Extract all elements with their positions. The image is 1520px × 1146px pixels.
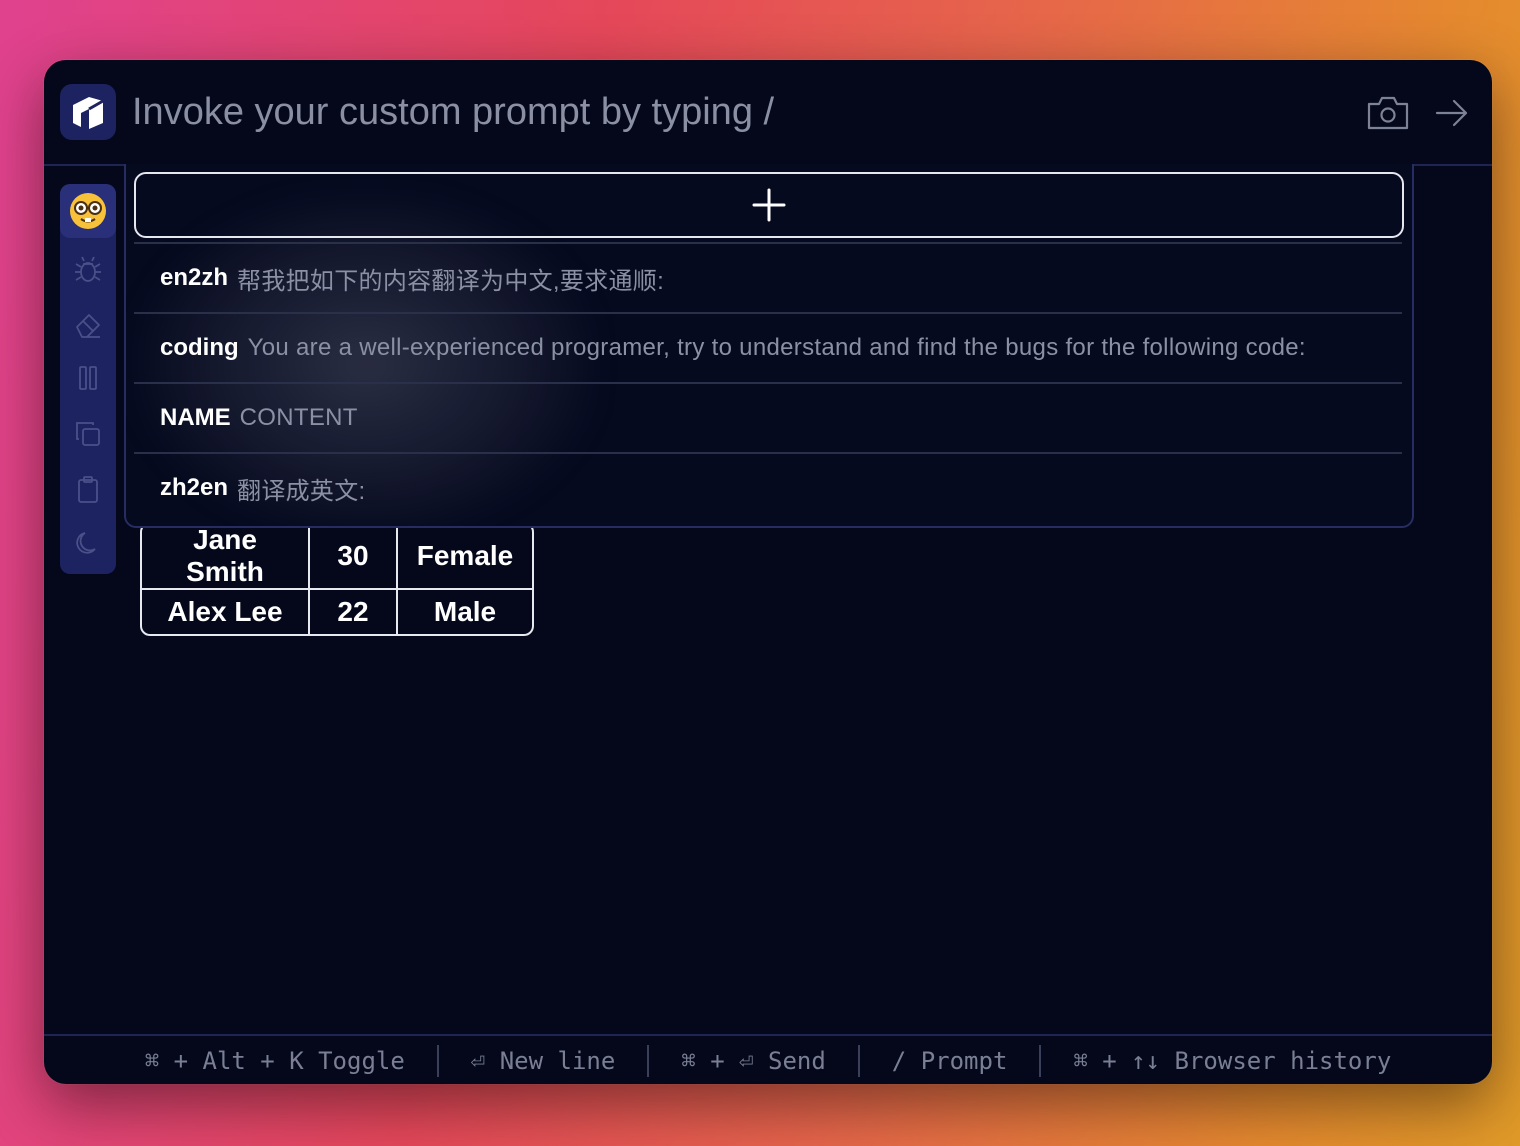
prompt-content: 帮我把如下的内容翻译为中文,要求通顺: — [237, 267, 665, 295]
shortcut-footer: ⌘ + Alt + K Toggle ⏎ New line ⌘ + ⏎ Send… — [44, 1034, 1492, 1084]
shortcut-send: ⌘ + ⏎ Send — [681, 1047, 826, 1075]
prompt-name: NAME — [160, 404, 231, 431]
prompt-name: zh2en — [160, 474, 229, 501]
shortcut-new-line: ⏎ New line — [470, 1047, 616, 1075]
shortcut-prompt: / Prompt — [891, 1047, 1008, 1075]
table-cell: Alex Lee — [142, 590, 310, 634]
prompt-content: You are a well-experienced programer, tr… — [247, 334, 1306, 361]
table-cell: Male — [433, 596, 497, 627]
shortcut-toggle: ⌘ + Alt + K Toggle — [144, 1047, 405, 1075]
arrow-right-icon[interactable] — [1428, 90, 1476, 136]
prompt-item-en2zh[interactable]: en2zh 帮我把如下的内容翻译为中文,要求通顺: — [134, 242, 1402, 312]
markdown-table: Jane Smith 30 Female Alex Lee 22 Male — [140, 522, 534, 636]
camera-icon[interactable] — [1364, 90, 1412, 136]
prompt-content: CONTENT — [239, 404, 358, 431]
prompt-content: 翻译成英文: — [237, 477, 366, 505]
sidebar — [60, 184, 116, 574]
table-cell: 22 — [310, 590, 398, 634]
prompt-name: coding — [160, 334, 239, 361]
prompt-item-name[interactable]: NAME CONTENT — [134, 382, 1402, 452]
header-bar — [44, 60, 1492, 166]
table-cell: 30 — [310, 524, 398, 590]
table-row: Alex Lee 22 Male — [142, 590, 532, 634]
prompt-item-coding[interactable]: coding You are a well-experienced progra… — [134, 312, 1402, 382]
add-prompt-button[interactable] — [134, 172, 1404, 238]
copy-icon[interactable] — [60, 410, 116, 458]
table-row: Jane Smith 30 Female — [142, 524, 532, 590]
prompt-popup: en2zh 帮我把如下的内容翻译为中文,要求通顺: coding You are… — [124, 164, 1414, 528]
bug-icon[interactable] — [60, 246, 116, 294]
table-cell: Jane Smith — [142, 524, 310, 590]
nerd-face-icon — [70, 193, 106, 229]
app-window: Jane Smith 30 Female Alex Lee 22 Male en… — [44, 60, 1492, 1084]
eraser-icon[interactable] — [60, 300, 116, 348]
app-logo — [60, 84, 116, 140]
plus-icon — [752, 188, 786, 222]
prompt-item-zh2en[interactable]: zh2en 翻译成英文: — [134, 452, 1402, 522]
prompt-name: en2zh — [160, 264, 229, 291]
clipboard-icon[interactable] — [60, 466, 116, 514]
nerd-face-emoji[interactable] — [60, 184, 116, 238]
columns-icon[interactable] — [60, 354, 116, 402]
table-cell: Female — [398, 524, 532, 590]
moon-icon[interactable] — [60, 520, 116, 568]
shortcut-history: ⌘ + ↑↓ Browser history — [1073, 1047, 1392, 1075]
prompt-input[interactable] — [132, 88, 1232, 136]
app-logo-icon — [73, 97, 104, 129]
